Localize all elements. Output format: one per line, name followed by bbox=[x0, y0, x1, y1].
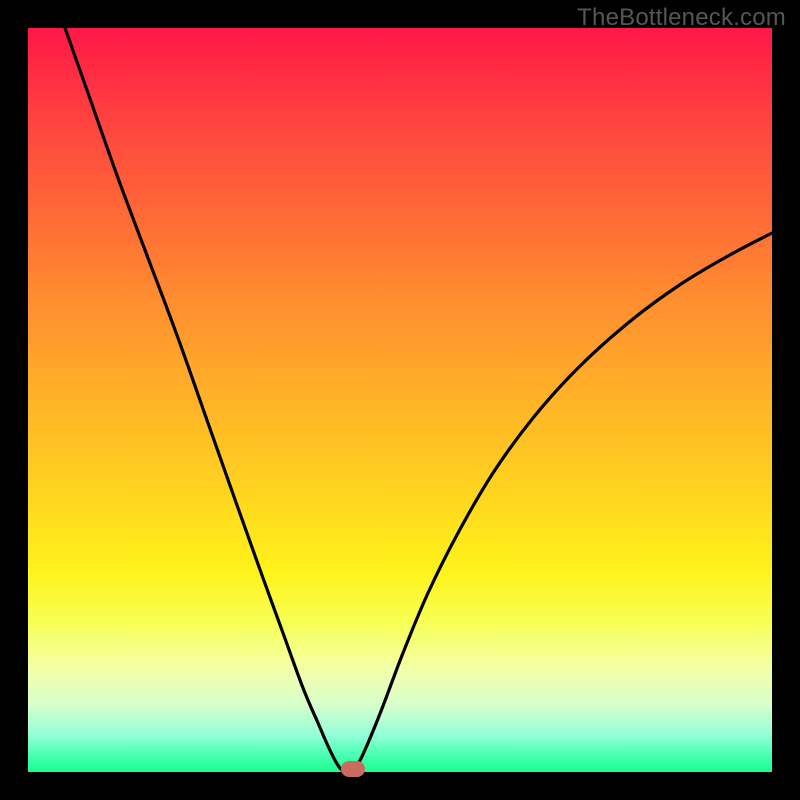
plot-area bbox=[28, 28, 772, 772]
optimal-point-marker bbox=[341, 761, 365, 777]
watermark-text: TheBottleneck.com bbox=[577, 4, 786, 32]
curve-svg bbox=[28, 28, 772, 772]
chart-frame: TheBottleneck.com bbox=[0, 0, 800, 800]
bottleneck-curve-path bbox=[65, 28, 772, 772]
